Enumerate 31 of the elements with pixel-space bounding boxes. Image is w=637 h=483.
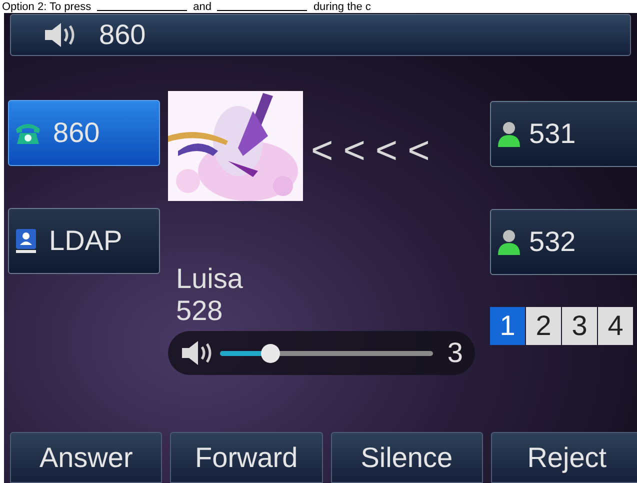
volume-reading: 3: [447, 337, 463, 369]
page-tab[interactable]: 1: [490, 307, 525, 345]
caller-name: Luisa: [176, 263, 244, 295]
softkey-button[interactable]: Reject: [490, 432, 637, 483]
account-label: 860: [99, 19, 146, 51]
page-tab[interactable]: 4: [598, 307, 633, 345]
volume-slider[interactable]: [220, 344, 434, 362]
chevron-arrow: <: [311, 130, 334, 172]
person-icon: [497, 120, 521, 148]
chevron-arrow: <: [408, 130, 430, 172]
line-key[interactable]: 860: [8, 100, 160, 166]
chevron-arrow: <: [375, 130, 398, 172]
doc-text: Option 2: To press: [2, 0, 92, 12]
softkey-button[interactable]: Answer: [10, 432, 162, 483]
volume-thumb[interactable]: [261, 344, 280, 362]
softkey-button[interactable]: Silence: [330, 432, 483, 483]
contact-key[interactable]: 531: [490, 101, 637, 167]
softkey-button[interactable]: Forward: [170, 432, 322, 483]
page-tab[interactable]: 3: [562, 307, 597, 345]
doc-text: and: [193, 0, 212, 12]
speaker-icon: [180, 340, 214, 366]
contact-key[interactable]: 532: [490, 209, 637, 275]
caller-number: 528: [176, 295, 224, 327]
chevron-arrow: <: [343, 130, 366, 172]
phone-icon: [15, 121, 41, 145]
doc-text: during the c: [313, 0, 371, 12]
contact-card-icon: [15, 228, 37, 254]
page-tab[interactable]: 2: [526, 307, 561, 345]
line-key[interactable]: LDAP: [8, 208, 160, 274]
person-icon: [497, 228, 521, 256]
speaker-icon: [43, 22, 77, 48]
